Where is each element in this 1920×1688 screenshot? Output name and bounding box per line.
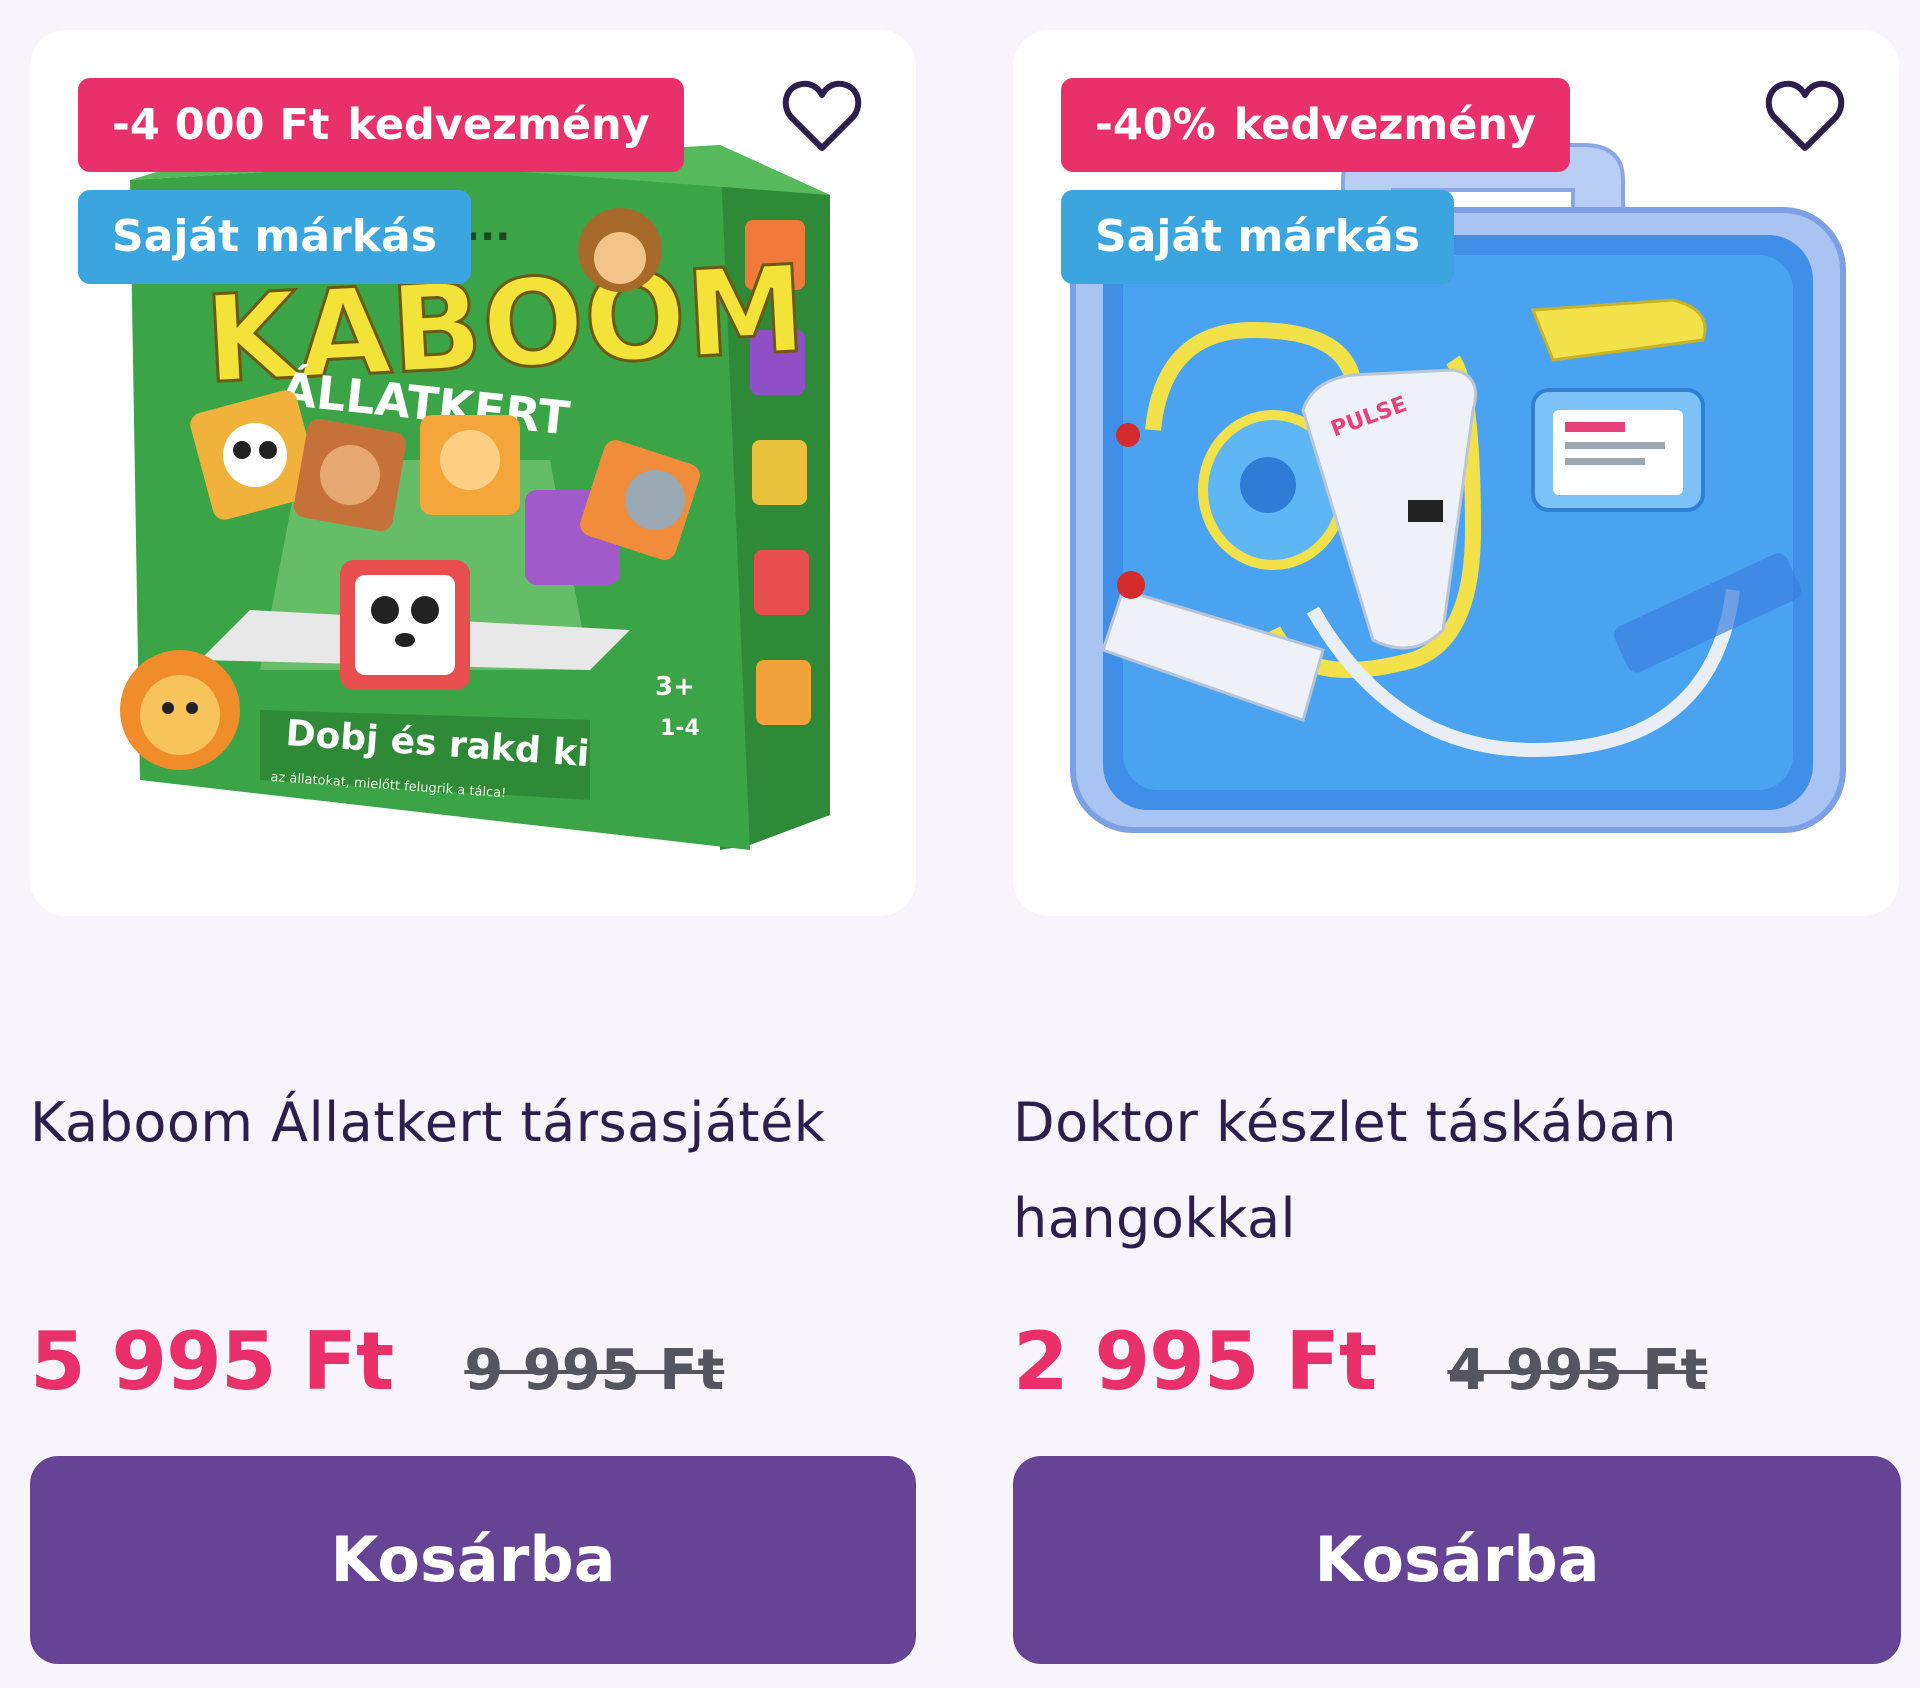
discount-amount: -4 000 Ft [112, 100, 330, 150]
product-grid: -4 000 Ftkedvezmény Saját márkás Ű..A [0, 0, 1920, 1688]
price-row: 2 995 Ft 4 995 Ft [1013, 1315, 1708, 1408]
current-price: 2 995 Ft [1013, 1315, 1377, 1408]
current-price: 5 995 Ft [30, 1315, 394, 1408]
product-card: -40% kedvezmény Saját márkás PULSE Dokto… [1013, 0, 1901, 1688]
discount-label: kedvezmény [347, 100, 650, 150]
add-to-cart-button[interactable]: Kosárba [30, 1456, 916, 1664]
box-players-text: 1-4 [660, 716, 700, 741]
heart-outline-icon[interactable] [780, 74, 864, 158]
product-image-container[interactable]: -4 000 Ftkedvezmény Saját márkás Ű..A [30, 30, 916, 916]
add-to-cart-button[interactable]: Kosárba [1013, 1456, 1901, 1664]
product-title[interactable]: Doktor készlet táskában hangokkal [1013, 1075, 1899, 1267]
discount-badge: -40% kedvezmény [1061, 78, 1570, 172]
product-title[interactable]: Kaboom Állatkert társasjáték [30, 1075, 916, 1171]
own-brand-badge: Saját márkás [1061, 190, 1454, 284]
price-row: 5 995 Ft 9 995 Ft [30, 1315, 725, 1408]
discount-badge: -4 000 Ft kedvezmény [78, 78, 684, 172]
box-age-text: 3+ [655, 672, 695, 702]
own-brand-badge: Saját márkás [78, 190, 471, 284]
discount-amount: -40% [1095, 100, 1216, 150]
heart-outline-icon[interactable] [1763, 74, 1847, 158]
original-price: 4 995 Ft [1447, 1338, 1708, 1403]
product-card: -4 000 Ftkedvezmény Saját márkás Ű..A [30, 0, 916, 1688]
discount-label: kedvezmény [1233, 100, 1536, 150]
product-image-container[interactable]: -40% kedvezmény Saját márkás PULSE [1013, 30, 1899, 916]
original-price: 9 995 Ft [464, 1338, 725, 1403]
